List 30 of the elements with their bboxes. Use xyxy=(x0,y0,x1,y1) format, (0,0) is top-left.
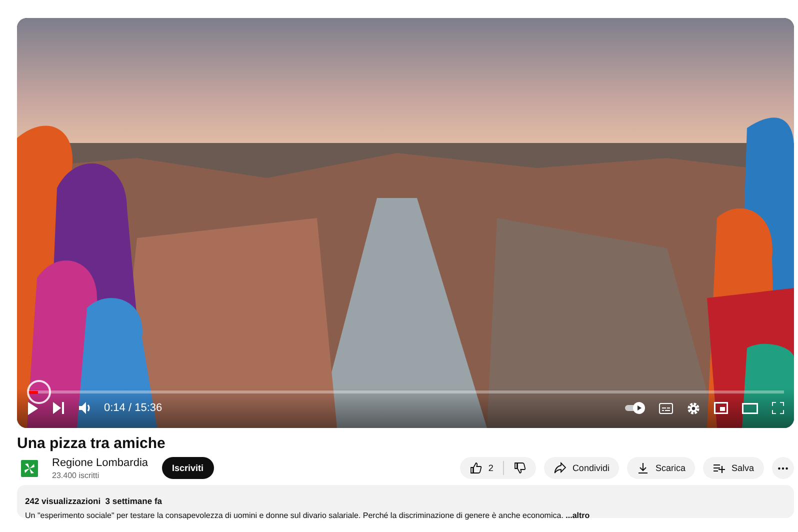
play-button[interactable] xyxy=(27,402,39,414)
theater-mode-button[interactable] xyxy=(742,402,758,414)
thumbs-up-icon xyxy=(470,462,482,474)
more-button[interactable] xyxy=(772,457,794,479)
autoplay-toggle[interactable] xyxy=(623,402,645,414)
channel-logo-icon[interactable] xyxy=(21,460,38,476)
save-button[interactable]: Salva xyxy=(703,457,764,479)
like-button[interactable]: 2 xyxy=(460,457,504,479)
time-display: 0:14 / 15:36 xyxy=(104,402,162,414)
show-more-link[interactable]: ...altro xyxy=(566,511,590,520)
more-icon xyxy=(778,466,788,470)
download-icon xyxy=(637,462,650,474)
subscriber-count: 23.400 iscritti xyxy=(52,470,100,480)
video-stats: 242 visualizzazioni 3 settimane fa xyxy=(25,496,162,506)
description-text: Un "esperimento sociale" per testare la consapevolezza di uomini e donne sul divario salariale. Perché la discriminazione di genere è anche economica. xyxy=(25,511,564,520)
volume-button[interactable] xyxy=(79,402,92,414)
miniplayer-button[interactable] xyxy=(714,402,728,414)
subtitles-button[interactable] xyxy=(659,402,673,414)
share-button[interactable]: Condividi xyxy=(544,457,620,479)
subscribe-button[interactable]: Iscriviti xyxy=(162,457,214,479)
fullscreen-button[interactable] xyxy=(772,402,784,414)
download-button[interactable]: Scarica xyxy=(627,457,696,479)
playlist-add-icon xyxy=(713,462,726,474)
description-box[interactable]: 242 visualizzazioni 3 settimane fa Un "esperimento sociale" per testare la consapevolezza di uomini e donne sul divario salariale. Perché la discriminazione di genere è anche economica. ...altro xyxy=(17,485,794,518)
next-button[interactable] xyxy=(53,402,65,414)
settings-button[interactable] xyxy=(687,402,700,414)
thumbs-down-icon xyxy=(514,462,526,474)
channel-name[interactable]: Regione Lombardia xyxy=(52,456,148,468)
video-title: Una pizza tra amiche xyxy=(17,435,166,452)
share-icon xyxy=(554,462,566,474)
